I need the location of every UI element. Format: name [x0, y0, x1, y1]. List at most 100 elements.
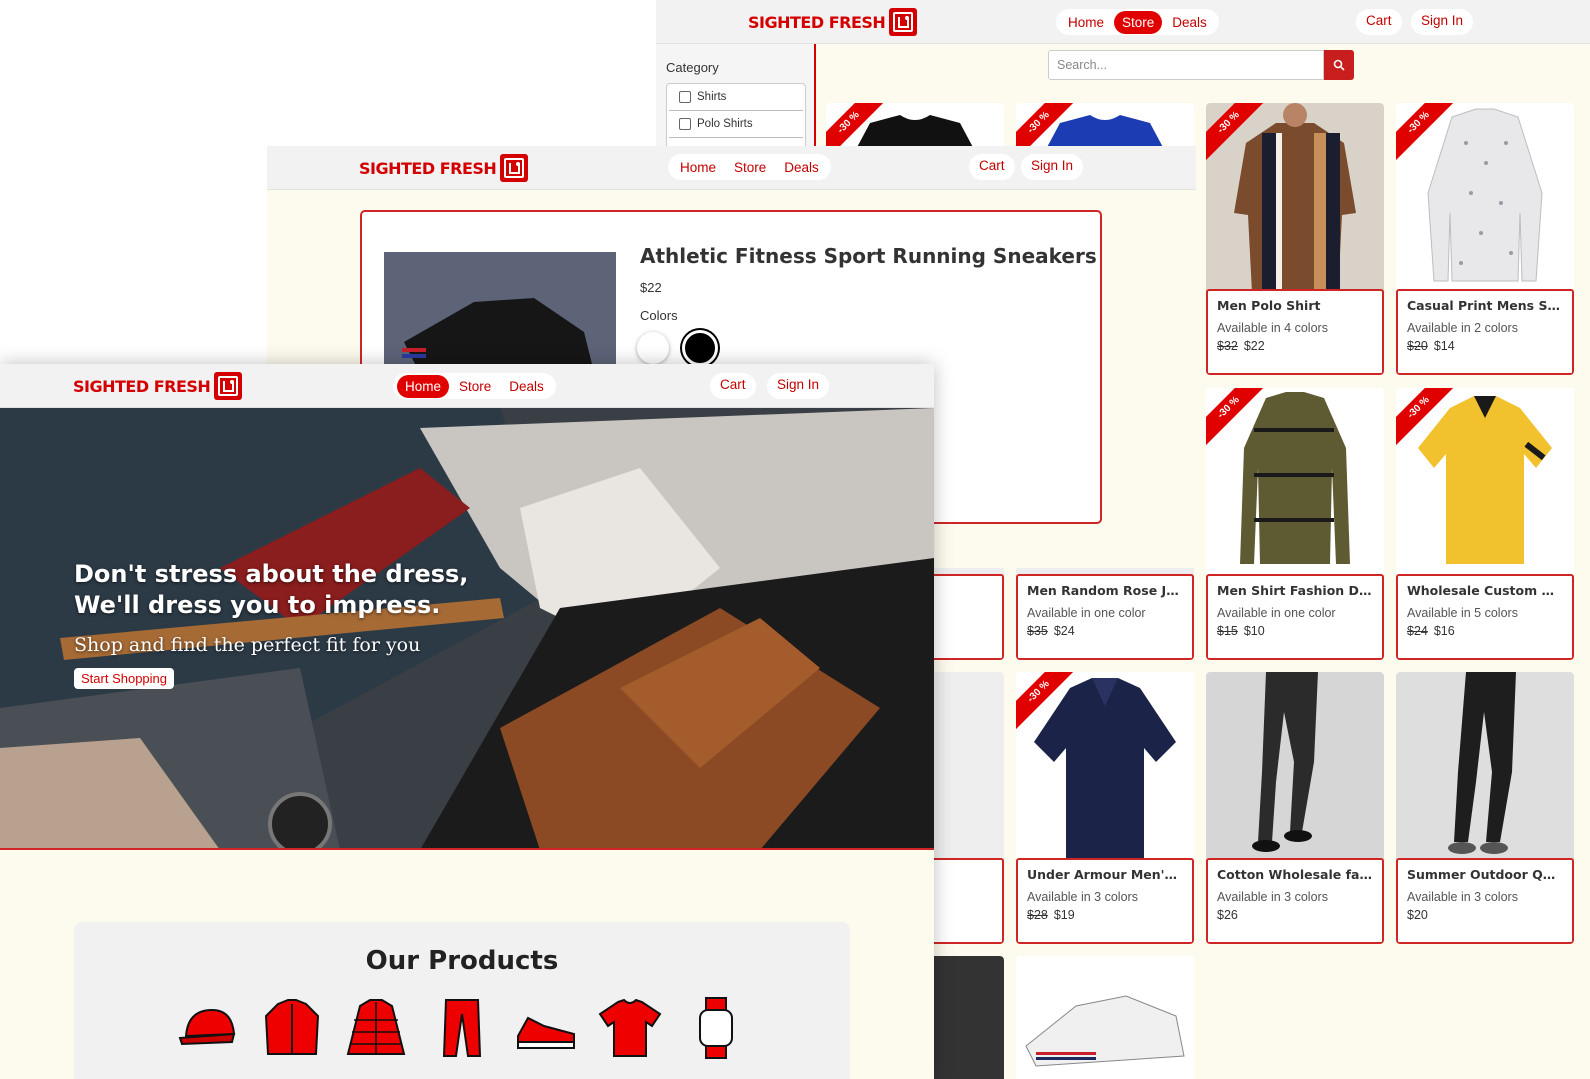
nav-home[interactable]: Home [672, 156, 724, 179]
product-price: $20 [1407, 908, 1563, 922]
main-nav: Home Store Deals [668, 154, 831, 180]
product-price: $15 $10 [1217, 624, 1373, 638]
product-price: $20 $14 [1407, 339, 1563, 353]
nav-sign-in[interactable]: Sign In [1411, 9, 1474, 35]
product-image [1396, 672, 1574, 862]
sneaker-icon[interactable] [514, 996, 578, 1060]
brand-logo-icon [889, 8, 918, 36]
nav-sign-in[interactable]: Sign In [1021, 154, 1084, 180]
category-list: Shirts Polo Shirts [666, 83, 806, 153]
product-price: $32 $22 [1217, 339, 1373, 353]
old-price: $24 [1407, 624, 1428, 638]
brand-logo[interactable]: SIGHTED FRESH [359, 154, 529, 182]
product-card[interactable]: -30 % Casual Print Mens Shirt Available … [1396, 103, 1574, 375]
search-button[interactable] [1324, 50, 1354, 80]
product-availability: Available in one color [1027, 606, 1146, 620]
product-card[interactable]: -30 % Men Shirt Fashion Desi... Availabl… [1206, 388, 1384, 660]
product-availability: Available in 3 colors [1027, 890, 1138, 904]
category-label: Polo Shirts [697, 118, 753, 130]
shirt-icon[interactable] [260, 996, 324, 1060]
start-shopping-button[interactable]: Start Shopping [74, 668, 175, 689]
nav-deals[interactable]: Deals [1164, 11, 1215, 34]
hero-headline-line2: We'll dress you to impress. [74, 591, 441, 619]
checkbox[interactable] [679, 91, 691, 103]
nav-deals[interactable]: Deals [501, 375, 552, 398]
hero-headline: Don't stress about the dress, We'll dres… [74, 559, 468, 621]
nav-cart[interactable]: Cart [1356, 9, 1402, 35]
product-card[interactable]: -30 % Under Armour Men's Pe... Available… [1016, 672, 1194, 944]
category-item[interactable]: Polo Shirts [669, 111, 803, 138]
nav-store[interactable]: Store [1114, 10, 1163, 34]
product-name[interactable]: Wholesale Custom Polo... [1407, 583, 1563, 598]
product-availability: Available in 4 colors [1217, 321, 1328, 335]
product-name[interactable]: Cotton Wholesale fashi... [1217, 867, 1373, 882]
product-availability: Available in 3 colors [1407, 890, 1518, 904]
current-price: $19 [1053, 908, 1075, 922]
nav-deals[interactable]: Deals [776, 156, 827, 179]
main-nav: Home Store Deals [393, 373, 556, 399]
product-price: $22 [640, 280, 662, 295]
cap-icon[interactable] [176, 996, 240, 1060]
current-price: $24 [1053, 624, 1075, 638]
product-availability: Available in 3 colors [1217, 890, 1328, 904]
product-card[interactable]: -30 % Wholesale Custom Polo... Available… [1396, 388, 1574, 660]
tshirt-icon[interactable] [598, 996, 662, 1060]
product-name[interactable]: Under Armour Men's Pe... [1027, 867, 1183, 882]
category-title: Category [666, 60, 719, 75]
search-input[interactable]: Search... [1048, 50, 1324, 80]
pants-icon[interactable] [430, 996, 494, 1060]
product-card[interactable]: -30 % Men Polo Shirt Available in 4 colo… [1206, 103, 1384, 375]
product-price: $24 $16 [1407, 624, 1563, 638]
product-name[interactable]: Summer Outdoor Quick... [1407, 867, 1563, 882]
product-price: $28 $19 [1027, 908, 1183, 922]
product-name[interactable]: Men Random Rose Jacq... [1027, 583, 1183, 598]
current-price: $16 [1433, 624, 1455, 638]
product-card[interactable] [1016, 956, 1194, 1079]
brand-logo-icon [214, 372, 243, 400]
product-name[interactable]: Men Shirt Fashion Desi... [1217, 583, 1373, 598]
product-availability: Available in 5 colors [1407, 606, 1518, 620]
brand-name: SIGHTED FRESH [359, 158, 497, 178]
old-price: $15 [1217, 624, 1238, 638]
product-availability: Available in 2 colors [1407, 321, 1518, 335]
current-price: $10 [1243, 624, 1265, 638]
category-item[interactable]: Shirts [669, 84, 803, 111]
colors-label: Colors [640, 308, 678, 323]
nav-cart[interactable]: Cart [710, 373, 756, 399]
product-card[interactable]: Summer Outdoor Quick... Available in 3 c… [1396, 672, 1574, 944]
home-navbar: SIGHTED FRESH Home Store Deals Cart Sign… [0, 364, 934, 408]
old-price: $20 [1407, 339, 1428, 353]
brand-name: SIGHTED FRESH [73, 376, 211, 396]
brand-logo-icon [500, 154, 529, 182]
brand-logo[interactable]: SIGHTED FRESH [748, 8, 918, 36]
checkbox[interactable] [679, 118, 691, 130]
product-name[interactable]: Casual Print Mens Shirt [1407, 298, 1563, 313]
old-price: $35 [1027, 624, 1048, 638]
nav-sign-in[interactable]: Sign In [767, 373, 830, 399]
nav-home[interactable]: Home [1060, 11, 1112, 34]
category-label: Shirts [697, 91, 727, 103]
watch-icon[interactable] [684, 996, 748, 1060]
product-navbar: SIGHTED FRESH Home Store Deals Cart Sign… [267, 146, 1196, 190]
color-swatch-white[interactable] [637, 332, 669, 364]
nav-store[interactable]: Store [726, 156, 774, 179]
nav-cart[interactable]: Cart [969, 154, 1015, 180]
product-price: $26 [1217, 908, 1373, 922]
product-availability: Available in one color [1217, 606, 1336, 620]
color-swatch-black[interactable] [682, 330, 718, 366]
product-image [1016, 956, 1194, 1079]
product-title: Athletic Fitness Sport Running Sneakers [640, 244, 1097, 268]
hero-banner: Don't stress about the dress, We'll dres… [0, 408, 934, 850]
jacket-icon[interactable] [344, 996, 408, 1060]
nav-store[interactable]: Store [451, 375, 499, 398]
product-name[interactable]: Men Polo Shirt [1217, 298, 1373, 313]
current-price: $22 [1243, 339, 1265, 353]
hero-subtitle: Shop and find the perfect fit for you [74, 634, 421, 656]
product-card[interactable]: Cotton Wholesale fashi... Available in 3… [1206, 672, 1384, 944]
store-navbar: SIGHTED FRESH Home Store Deals Cart Sign… [656, 0, 1590, 44]
nav-home[interactable]: Home [397, 374, 450, 398]
search-icon [1333, 59, 1345, 71]
product-price: $35 $24 [1027, 624, 1183, 638]
brand-name: SIGHTED FRESH [748, 12, 886, 32]
brand-logo[interactable]: SIGHTED FRESH [73, 372, 243, 400]
